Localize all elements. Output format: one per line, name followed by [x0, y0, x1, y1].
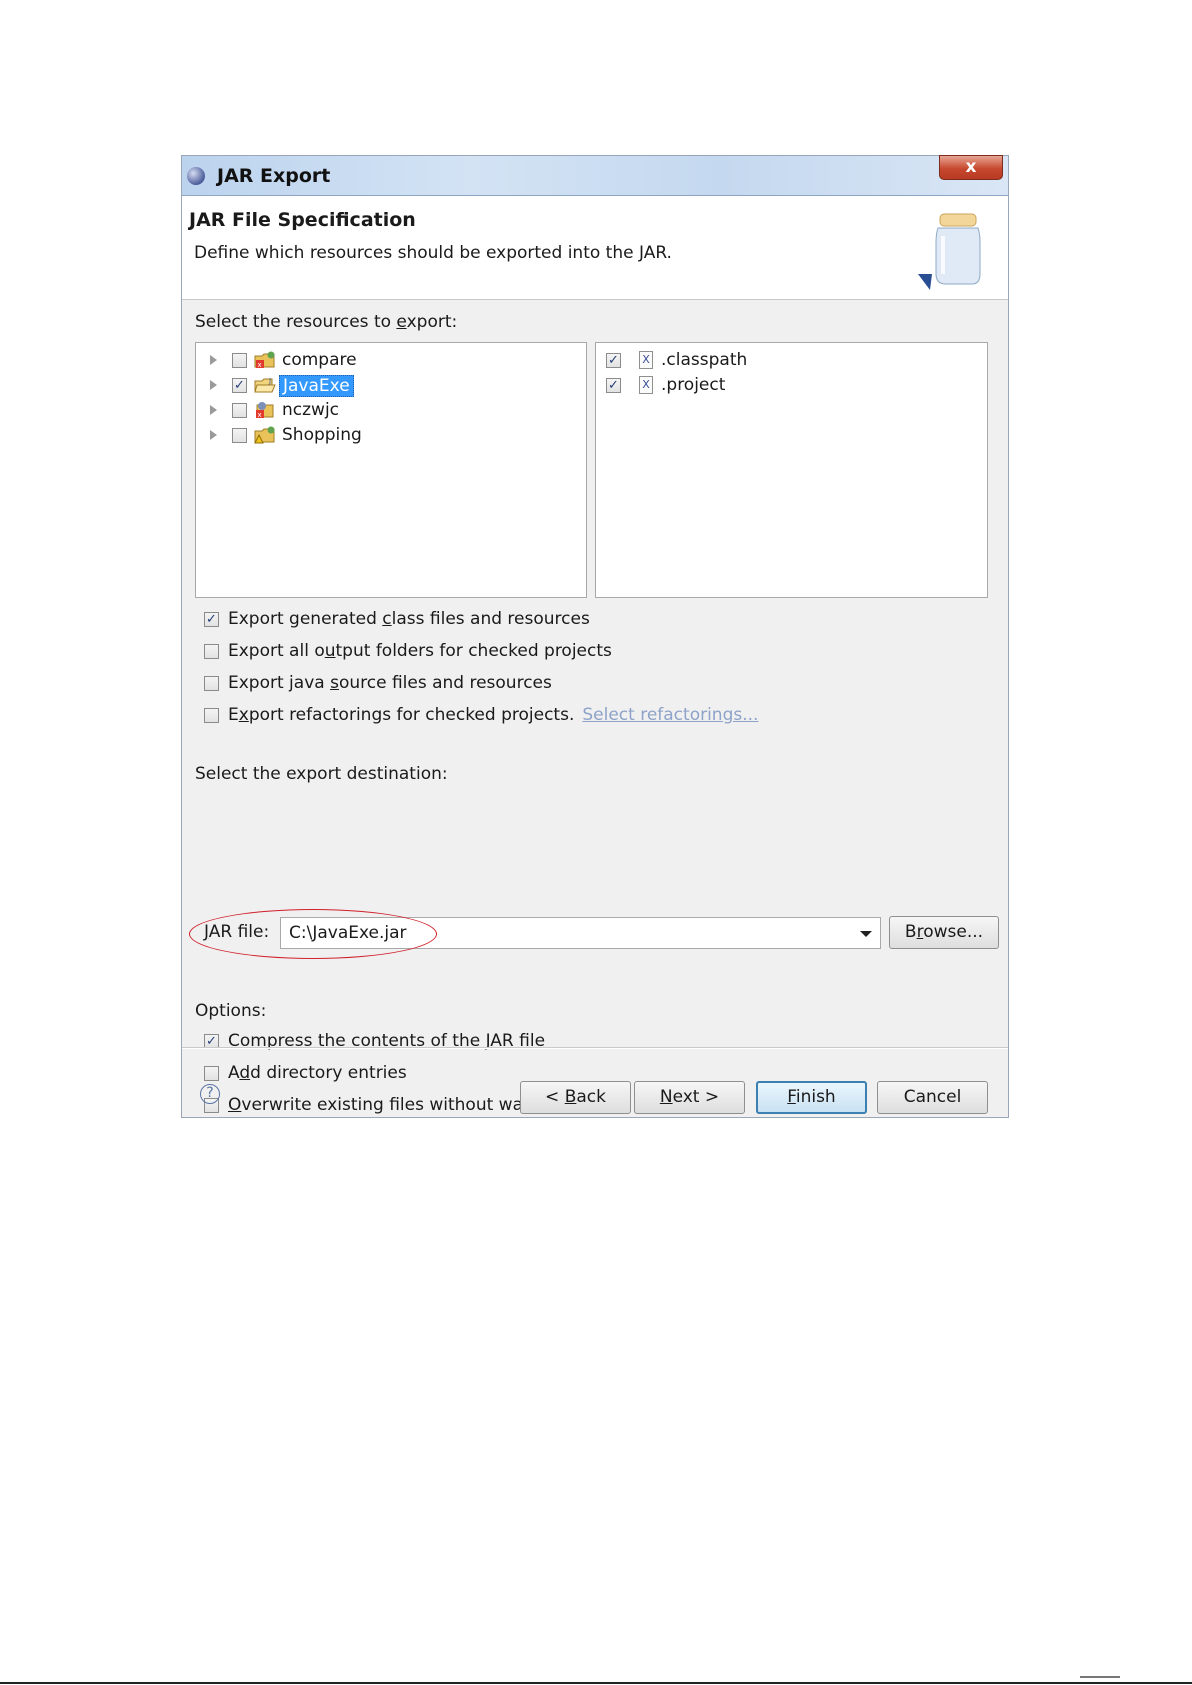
jar-export-dialog: JAR Export x JAR File Specification Defi… — [181, 155, 1009, 1118]
file-item-project[interactable]: ✓ X .project — [606, 374, 976, 398]
eclipse-icon — [187, 167, 205, 185]
project-checkbox[interactable] — [232, 428, 247, 443]
tree-item-compare[interactable]: x compare — [210, 349, 580, 373]
tree-item-javaexe[interactable]: ✓ J JavaExe — [210, 374, 580, 398]
next-button[interactable]: Next > — [634, 1081, 745, 1114]
annotation-ellipse — [189, 909, 437, 959]
browse-button[interactable]: Browse... — [889, 916, 999, 949]
project-error-icon: x — [256, 402, 274, 419]
svg-text:x: x — [258, 411, 262, 419]
file-checkbox[interactable]: ✓ — [606, 378, 621, 393]
footer-separator — [182, 1047, 1008, 1049]
file-item-classpath[interactable]: ✓ X .classpath — [606, 349, 976, 373]
option-label: Add directory entries — [228, 1063, 407, 1083]
project-name: compare — [282, 350, 357, 370]
project-open-icon: J — [254, 377, 276, 393]
back-button[interactable]: < Back — [520, 1081, 631, 1114]
compress-checkbox[interactable]: ✓ Compress the contents of the JAR file — [204, 1031, 904, 1055]
expand-arrow-icon[interactable] — [210, 430, 217, 440]
option-label: Overwrite existing files without warning — [228, 1095, 567, 1115]
svg-text:x: x — [258, 361, 262, 369]
project-checkbox[interactable] — [232, 353, 247, 368]
help-icon[interactable]: ? — [200, 1084, 220, 1104]
tree-item-shopping[interactable]: Shopping — [210, 424, 580, 448]
file-name: .classpath — [661, 350, 748, 370]
xml-file-icon: X — [639, 376, 653, 394]
checkbox[interactable] — [204, 644, 219, 659]
checkbox[interactable] — [204, 1066, 219, 1081]
option-label: Export generated class files and resourc… — [228, 609, 590, 629]
jar-icon — [918, 213, 981, 290]
svg-text:J: J — [268, 377, 271, 385]
tree-item-nczwjc[interactable]: x nczwjc — [210, 399, 580, 423]
project-name: nczwjc — [282, 400, 340, 420]
resources-label: Select the resources to export: — [195, 312, 458, 332]
checkbox[interactable] — [204, 676, 219, 691]
options-label: Options: — [195, 1001, 267, 1021]
expand-arrow-icon[interactable] — [210, 355, 217, 365]
page-title: JAR File Specification — [189, 209, 416, 231]
file-list[interactable]: ✓ X .classpath ✓ X .project — [595, 342, 988, 598]
wizard-header: JAR File Specification Define which reso… — [182, 196, 1008, 300]
project-error-icon: x — [254, 351, 275, 369]
chevron-down-icon[interactable] — [860, 931, 872, 937]
export-source-files-checkbox[interactable]: Export java source files and resources — [204, 673, 904, 697]
xml-file-icon: X — [639, 351, 653, 369]
project-tree[interactable]: x compare ✓ J JavaExe x nczwjc Shopping — [195, 342, 587, 598]
window-title: JAR Export — [217, 165, 331, 187]
expand-arrow-icon[interactable] — [210, 405, 217, 415]
finish-button[interactable]: Finish — [756, 1081, 867, 1114]
select-refactorings-link[interactable]: Select refactorings... — [582, 705, 758, 725]
option-label: Export all output folders for checked pr… — [228, 641, 612, 661]
checkbox[interactable] — [204, 708, 219, 723]
cancel-button[interactable]: Cancel — [877, 1081, 988, 1114]
close-button[interactable]: x — [939, 155, 1003, 180]
project-name: Shopping — [282, 425, 362, 445]
option-label: Export refactorings for checked projects… — [228, 705, 759, 725]
project-warning-icon — [254, 426, 275, 444]
export-refactorings-checkbox[interactable]: Export refactorings for checked projects… — [204, 705, 904, 729]
project-checkbox[interactable]: ✓ — [232, 378, 247, 393]
export-output-folders-checkbox[interactable]: Export all output folders for checked pr… — [204, 641, 904, 665]
page-bottom-rule — [0, 1682, 1192, 1684]
project-checkbox[interactable] — [232, 403, 247, 418]
file-checkbox[interactable]: ✓ — [606, 353, 621, 368]
expand-arrow-icon[interactable] — [210, 380, 217, 390]
page-corner-mark — [1080, 1676, 1120, 1678]
page-description: Define which resources should be exporte… — [194, 243, 672, 263]
project-name: JavaExe — [279, 375, 354, 397]
file-name: .project — [661, 375, 726, 395]
checkbox[interactable]: ✓ — [204, 612, 219, 627]
title-bar: JAR Export x — [182, 155, 1008, 196]
export-class-files-checkbox[interactable]: ✓ Export generated class files and resou… — [204, 609, 904, 633]
destination-label: Select the export destination: — [195, 764, 448, 784]
option-label: Export java source files and resources — [228, 673, 552, 693]
